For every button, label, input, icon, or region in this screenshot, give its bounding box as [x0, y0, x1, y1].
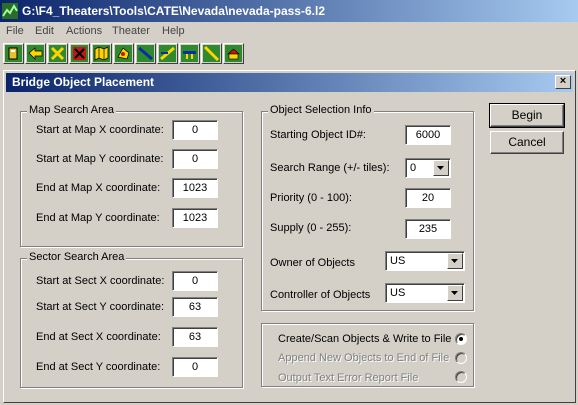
map-end-x-label: End at Map X coordinate: — [36, 182, 161, 194]
controller-select[interactable]: US — [385, 283, 465, 303]
stop-button[interactable] — [69, 43, 90, 64]
owner-label: Owner of Objects — [270, 257, 355, 269]
map-start-x-label: Start at Map X coordinate: — [36, 124, 164, 136]
globe-icon — [115, 45, 132, 62]
sect-end-y-field[interactable]: 0 — [172, 357, 218, 377]
window-title-bar: G:\F4_Theaters\Tools\CATE\Nevada\nevada-… — [0, 0, 578, 22]
priority-field[interactable]: 20 — [405, 188, 451, 208]
error-report-label: Output Text Error Report File — [278, 372, 419, 384]
map-start-y-label: Start at Map Y coordinate: — [36, 153, 164, 165]
cancel-button[interactable]: Cancel — [490, 131, 564, 154]
bridge-button[interactable] — [179, 43, 200, 64]
path-tool-button[interactable] — [157, 43, 178, 64]
menu-help[interactable]: Help — [162, 24, 185, 38]
sect-start-y-label: Start at Sect Y coordinate: — [36, 301, 165, 313]
house-icon — [225, 45, 242, 62]
menu-file[interactable]: File — [6, 24, 24, 38]
owner-value: US — [390, 255, 406, 267]
map-icon — [93, 45, 110, 62]
map-search-legend: Map Search Area — [27, 104, 116, 117]
chevron-down-icon[interactable] — [447, 285, 463, 301]
search-range-select[interactable]: 0 — [405, 158, 451, 178]
window-title: G:\F4_Theaters\Tools\CATE\Nevada\nevada-… — [22, 4, 325, 18]
controller-value: US — [390, 287, 406, 299]
slope-icon — [203, 45, 220, 62]
map-start-y-field[interactable]: 0 — [172, 149, 218, 169]
sect-end-x-field[interactable]: 63 — [172, 327, 218, 347]
chevron-down-icon[interactable] — [447, 253, 463, 269]
start-id-field[interactable]: 6000 — [405, 125, 451, 145]
cancel-x-icon — [49, 45, 66, 62]
sect-start-x-field[interactable]: 0 — [172, 271, 218, 291]
slope-button[interactable] — [201, 43, 222, 64]
bridge-placement-dialog: Bridge Object Placement × Map Search Are… — [3, 70, 576, 403]
owner-select[interactable]: US — [385, 251, 465, 271]
toolbar — [0, 41, 578, 69]
append-objects-radio[interactable] — [455, 352, 467, 364]
begin-button[interactable]: Begin — [489, 103, 565, 128]
sector-search-legend: Sector Search Area — [27, 251, 127, 264]
dialog-title-bar: Bridge Object Placement — [6, 73, 573, 92]
menu-bar: File Edit Actions Theater Help — [0, 22, 578, 40]
open-icon — [5, 45, 22, 62]
dialog-title: Bridge Object Placement — [12, 75, 155, 89]
cancel-x-button[interactable] — [47, 43, 68, 64]
supply-field[interactable]: 235 — [405, 219, 451, 239]
menu-theater[interactable]: Theater — [112, 24, 150, 38]
map-start-x-field[interactable]: 0 — [172, 120, 218, 140]
search-range-value: 0 — [410, 162, 417, 174]
create-scan-label: Create/Scan Objects & Write to File — [278, 333, 452, 345]
radio-selected-dot — [459, 337, 463, 341]
map-button[interactable] — [91, 43, 112, 64]
globe-button[interactable] — [113, 43, 134, 64]
menu-actions[interactable]: Actions — [66, 24, 102, 38]
back-arrow-icon — [27, 45, 44, 62]
stop-x-icon — [71, 45, 88, 62]
path-tool-icon — [159, 45, 176, 62]
app-icon — [2, 3, 18, 19]
object-info-legend: Object Selection Info — [268, 104, 374, 117]
start-id-label: Starting Object ID#: — [270, 129, 366, 141]
sect-end-x-label: End at Sect X coordinate: — [36, 331, 161, 343]
map-end-y-label: End at Map Y coordinate: — [36, 212, 160, 224]
menu-edit[interactable]: Edit — [35, 24, 54, 38]
bridge-icon — [181, 45, 198, 62]
sect-end-y-label: End at Sect Y coordinate: — [36, 361, 161, 373]
controller-label: Controller of Objects — [270, 289, 371, 301]
close-icon: × — [559, 75, 567, 87]
chevron-down-icon[interactable] — [433, 160, 449, 176]
create-scan-radio[interactable] — [455, 333, 467, 345]
append-objects-label: Append New Objects to End of File — [278, 352, 450, 364]
map-end-x-field[interactable]: 1023 — [172, 178, 218, 198]
error-report-radio[interactable] — [455, 371, 467, 383]
sect-start-x-label: Start at Sect X coordinate: — [36, 275, 165, 287]
map-end-y-field[interactable]: 1023 — [172, 208, 218, 228]
line-tool-button[interactable] — [135, 43, 156, 64]
search-range-label: Search Range (+/- tiles): — [270, 162, 390, 174]
house-button[interactable] — [223, 43, 244, 64]
sect-start-y-field[interactable]: 63 — [172, 297, 218, 317]
supply-label: Supply (0 - 255): — [270, 222, 352, 234]
close-button[interactable]: × — [555, 75, 571, 89]
open-button[interactable] — [3, 43, 24, 64]
back-button[interactable] — [25, 43, 46, 64]
line-tool-icon — [137, 45, 154, 62]
priority-label: Priority (0 - 100): — [270, 192, 352, 204]
